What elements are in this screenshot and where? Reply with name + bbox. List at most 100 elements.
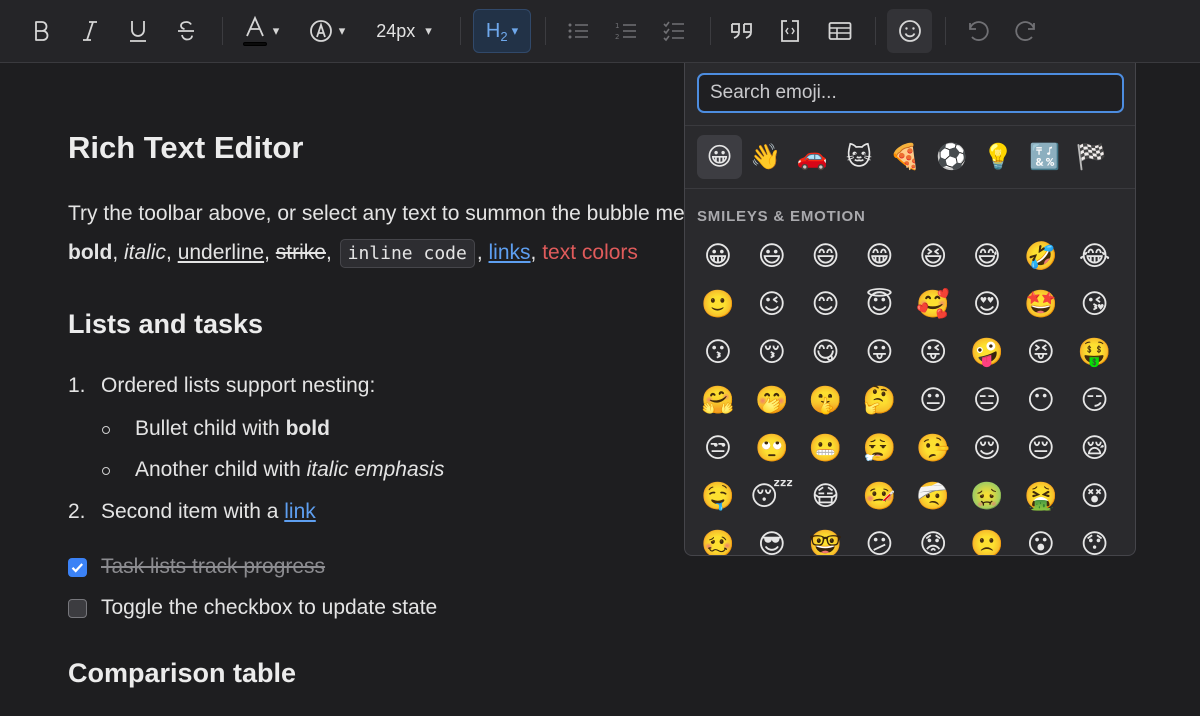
code-block-icon	[781, 20, 799, 42]
bullet-list-button[interactable]	[558, 9, 598, 53]
emoji-option[interactable]: 🤔	[859, 380, 899, 420]
text-color-button[interactable]: ▾	[234, 9, 288, 53]
emoji-option[interactable]: 😕	[859, 524, 899, 556]
emoji-option[interactable]: 😴	[750, 476, 793, 516]
emoji-option[interactable]: 😍	[967, 284, 1007, 324]
emoji-option[interactable]: 🤫	[806, 380, 846, 420]
emoji-option[interactable]: 😇	[859, 284, 899, 324]
emoji-option[interactable]: 😮	[1021, 524, 1061, 556]
emoji-option[interactable]: 🤓	[806, 524, 846, 555]
bold-button[interactable]	[22, 9, 62, 53]
editor-toolbar: ▾ ▾ 24px ▾ H2 ▾ 12	[0, 0, 1200, 63]
emoji-option[interactable]: 😔	[1021, 428, 1061, 468]
emoji-option[interactable]: 🤗	[698, 380, 738, 420]
emoji-option[interactable]: 😶	[1021, 380, 1061, 420]
emoji-option[interactable]: 😏	[1075, 380, 1115, 420]
emoji-option[interactable]: 😗	[698, 332, 738, 372]
highlight-button[interactable]: ▾	[303, 9, 351, 53]
list-item-text: Ordered lists support nesting:	[101, 374, 376, 397]
emoji-option[interactable]: 😂	[1075, 236, 1115, 276]
emoji-option[interactable]: 🤭	[752, 380, 792, 420]
emoji-option[interactable]: 😋	[806, 332, 846, 372]
emoji-category-people[interactable]: 👋	[744, 135, 789, 179]
emoji-option[interactable]: 😎	[752, 524, 792, 556]
emoji-option[interactable]: 🤑	[1075, 332, 1115, 372]
emoji-category-flags[interactable]: 🏁	[1069, 135, 1114, 179]
code-block-button[interactable]	[770, 9, 810, 53]
chevron-down-icon: ▾	[425, 23, 432, 38]
emoji-option[interactable]: 🤕	[913, 476, 953, 516]
emoji-option[interactable]: 😵	[1075, 476, 1115, 516]
emoji-option[interactable]: 😜	[913, 332, 953, 372]
emoji-option[interactable]: 😆	[913, 236, 953, 276]
emoji-option[interactable]: 😷	[806, 476, 846, 516]
checkmark-icon	[71, 563, 84, 573]
emoji-option[interactable]: 😁	[859, 236, 899, 276]
emoji-option[interactable]: 😉	[752, 284, 792, 324]
emoji-option[interactable]: 🤩	[1021, 284, 1061, 324]
emoji-category-objects[interactable]: 💡	[976, 135, 1021, 179]
emoji-option[interactable]: 🤮	[1021, 476, 1061, 516]
underline-button[interactable]	[118, 9, 158, 53]
inline-code: inline code	[339, 239, 475, 268]
emoji-option[interactable]: 🙄	[752, 428, 792, 468]
emoji-option[interactable]: 😛	[859, 332, 899, 372]
emoji-option[interactable]: 🙁	[967, 524, 1007, 555]
emoji-option[interactable]: 😟	[913, 524, 953, 556]
emoji-option[interactable]: 🤥	[913, 428, 953, 468]
emoji-option[interactable]: 😚	[752, 332, 792, 372]
table-heading: Comparison table	[68, 658, 297, 688]
blockquote-button[interactable]	[722, 9, 762, 53]
emoji-option[interactable]: 😊	[806, 284, 846, 324]
emoji-category-bar: 😀 👋 🚗 🐱 🍕 ⚽ 💡 🔣 🏁	[685, 125, 1135, 189]
bold-text: bold	[68, 241, 113, 264]
undo-button[interactable]	[958, 9, 998, 53]
font-size-select[interactable]: 24px ▾	[365, 9, 443, 53]
redo-button[interactable]	[1006, 9, 1046, 53]
task-list-button[interactable]	[654, 9, 694, 53]
emoji-search-input[interactable]	[697, 73, 1124, 113]
table-button[interactable]	[818, 9, 862, 53]
emoji-category-smileys[interactable]: 😀	[697, 135, 742, 179]
ordered-list-button[interactable]: 12	[606, 9, 646, 53]
italic-button[interactable]	[70, 9, 110, 53]
emoji-option[interactable]: 🤤	[698, 476, 738, 516]
emoji-option[interactable]: 🤪	[967, 332, 1007, 372]
emoji-category-activities[interactable]: ⚽	[930, 135, 975, 179]
emoji-option[interactable]: 😌	[967, 428, 1007, 468]
chevron-down-icon: ▾	[272, 23, 280, 38]
emoji-option[interactable]: 🤒	[859, 476, 899, 516]
emoji-category-travel[interactable]: 🚗	[790, 135, 835, 179]
emoji-category-food[interactable]: 🍕	[883, 135, 928, 179]
link-text[interactable]: link	[284, 500, 316, 523]
heading-select[interactable]: H2 ▾	[473, 9, 531, 53]
emoji-category-animals[interactable]: 🐱	[837, 135, 882, 179]
list-number: 1.	[68, 374, 86, 397]
emoji-option[interactable]: 😝	[1021, 332, 1061, 372]
emoji-option[interactable]: 🥰	[913, 284, 953, 324]
emoji-option[interactable]: 🤣	[1021, 236, 1061, 276]
emoji-option[interactable]: 🥴	[698, 524, 738, 555]
emoji-option[interactable]: 🤢	[967, 476, 1007, 516]
task-checkbox[interactable]	[68, 599, 87, 618]
emoji-option[interactable]: 😃	[752, 236, 792, 276]
emoji-option[interactable]: 😄	[806, 236, 846, 276]
emoji-option[interactable]: 😮‍💨	[859, 428, 899, 468]
emoji-option[interactable]: 😀	[698, 236, 738, 276]
emoji-option[interactable]: 😬	[806, 428, 846, 468]
emoji-option[interactable]: 😘	[1075, 284, 1115, 324]
emoji-option[interactable]: 😒	[698, 428, 738, 468]
emoji-option[interactable]: 😑	[967, 380, 1007, 420]
emoji-option[interactable]: 😯	[1075, 524, 1115, 556]
emoji-option[interactable]: 😐	[913, 380, 953, 420]
list-number: 2.	[68, 500, 86, 523]
emoji-option[interactable]: 😅	[967, 236, 1007, 276]
strikethrough-button[interactable]	[166, 9, 206, 53]
chevron-down-icon: ▾	[511, 23, 519, 38]
emoji-button[interactable]	[887, 9, 932, 53]
emoji-option[interactable]: 😪	[1075, 428, 1115, 468]
link-text[interactable]: links	[489, 241, 531, 264]
emoji-category-symbols[interactable]: 🔣	[1023, 135, 1068, 179]
task-checkbox[interactable]	[68, 558, 87, 577]
emoji-option[interactable]: 🙂	[698, 284, 738, 324]
